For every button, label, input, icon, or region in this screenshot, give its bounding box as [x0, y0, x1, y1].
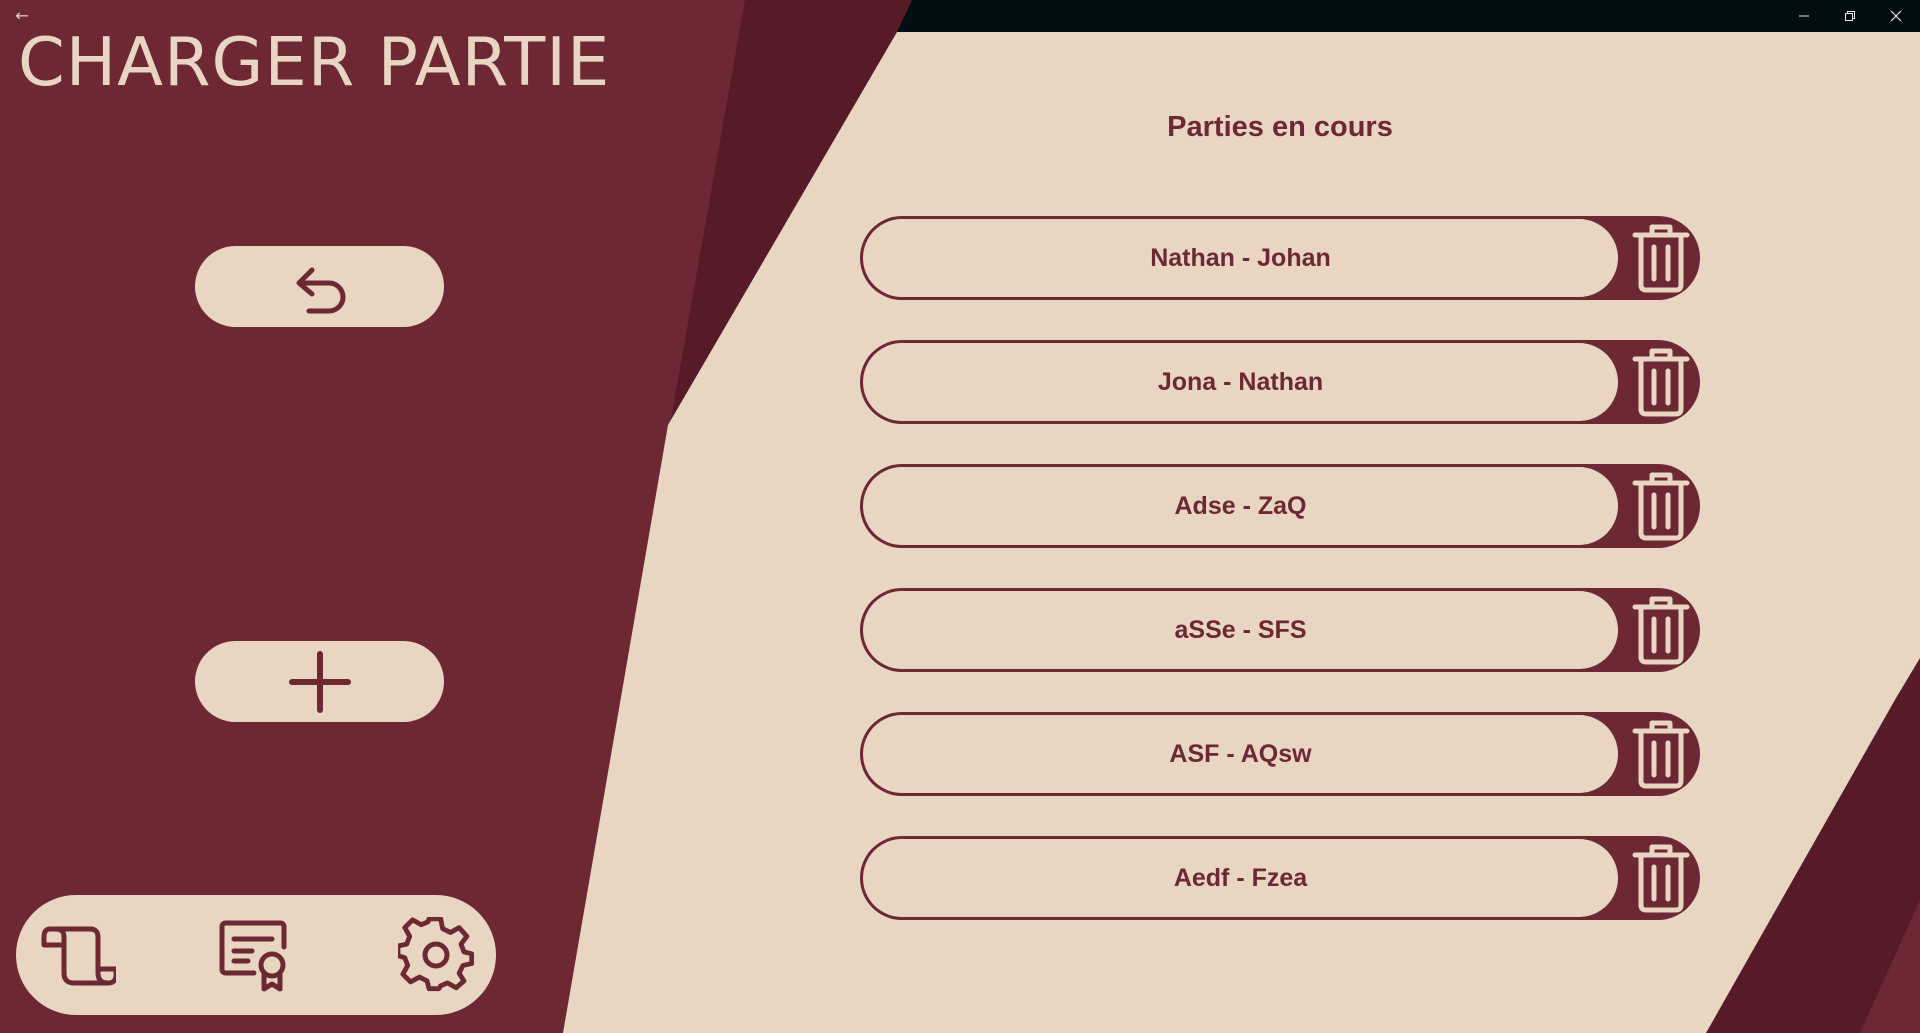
undo-arrow-icon — [296, 267, 345, 313]
list-item: Adse - ZaQ — [860, 464, 1700, 548]
list-item: aSSe - SFS — [860, 588, 1700, 672]
list-item: ASF - AQsw — [860, 712, 1700, 796]
delete-button[interactable] — [1626, 840, 1696, 916]
page-title: CHARGER PARTIE — [18, 23, 611, 101]
restore-icon[interactable] — [1827, 0, 1873, 32]
game-load-button[interactable]: ASF - AQsw — [863, 715, 1618, 793]
trash-icon — [1632, 472, 1690, 541]
close-icon[interactable] — [1873, 0, 1919, 32]
trash-icon — [1632, 596, 1690, 665]
game-load-button[interactable]: aSSe - SFS — [863, 591, 1618, 669]
game-load-button[interactable]: Jona - Nathan — [863, 343, 1618, 421]
trash-icon — [1632, 348, 1690, 417]
certificate-button[interactable] — [218, 917, 294, 993]
trash-icon — [1632, 720, 1690, 789]
game-load-button[interactable]: Adse - ZaQ — [863, 467, 1618, 545]
delete-button[interactable] — [1626, 220, 1696, 296]
scroll-icon — [41, 926, 119, 986]
list-item: Nathan - Johan — [860, 216, 1700, 300]
plus-icon — [288, 650, 351, 713]
certificate-icon — [219, 920, 287, 992]
delete-button[interactable] — [1626, 344, 1696, 420]
list-item: Jona - Nathan — [860, 340, 1700, 424]
minimize-icon[interactable] — [1781, 0, 1827, 32]
delete-button[interactable] — [1626, 716, 1696, 792]
delete-button[interactable] — [1626, 468, 1696, 544]
settings-button[interactable] — [395, 916, 475, 993]
game-load-button[interactable]: Nathan - Johan — [863, 219, 1618, 297]
trash-icon — [1632, 844, 1690, 913]
bottom-nav-bar — [16, 895, 496, 1015]
game-load-button[interactable]: Aedf - Fzea — [863, 839, 1618, 917]
new-game-button[interactable] — [195, 641, 444, 722]
list-item: Aedf - Fzea — [860, 836, 1700, 920]
back-button[interactable] — [195, 246, 444, 327]
section-heading: Parties en cours — [1167, 111, 1393, 143]
delete-button[interactable] — [1626, 592, 1696, 668]
gear-icon — [395, 916, 475, 992]
trash-icon — [1632, 224, 1690, 293]
scroll-button[interactable] — [40, 917, 119, 993]
